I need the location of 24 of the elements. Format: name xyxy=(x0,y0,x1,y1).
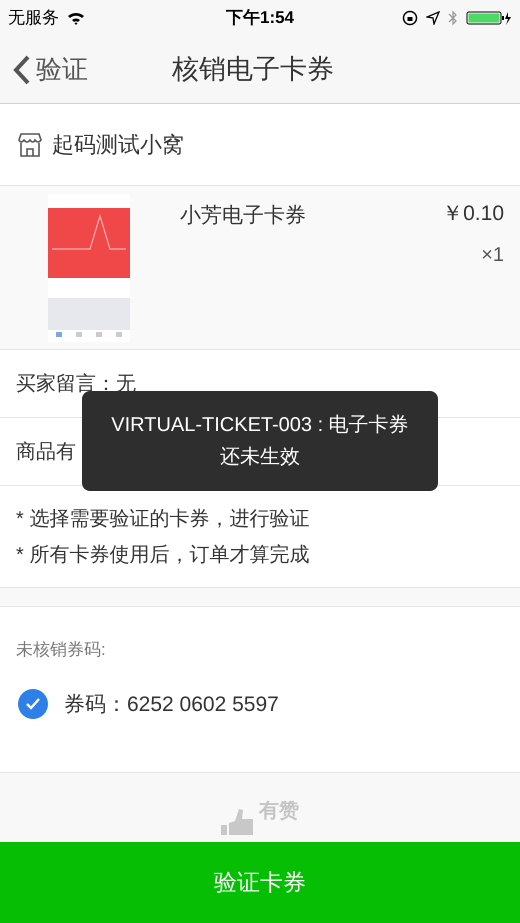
rotation-lock-icon xyxy=(402,10,418,26)
shop-name: 起码测试小窝 xyxy=(52,131,184,159)
note-text: * 所有卡券使用后，订单才算完成 xyxy=(16,542,310,568)
product-quantity: ×1 xyxy=(481,242,504,268)
bluetooth-icon xyxy=(448,10,458,26)
thumbs-up-icon xyxy=(221,807,253,835)
back-button[interactable]: 验证 xyxy=(0,50,88,89)
toast: VIRTUAL-TICKET-003 : 电子卡券还未生效 xyxy=(82,391,438,491)
checkmark-icon xyxy=(25,697,41,712)
carrier-text: 无服务 xyxy=(8,7,59,30)
battery-icon xyxy=(466,10,512,26)
section-label: 未核销券码: xyxy=(16,639,107,661)
store-icon xyxy=(16,130,44,158)
wifi-icon xyxy=(67,11,85,25)
code-text: 券码：6252 0602 5597 xyxy=(64,692,279,718)
checkbox[interactable] xyxy=(18,689,48,720)
note-text: * 选择需要验证的卡券，进行验证 xyxy=(16,506,310,532)
location-icon xyxy=(426,11,440,25)
chevron-left-icon xyxy=(12,54,32,86)
info-text: 商品有 xyxy=(16,440,76,464)
product-price: ￥0.10 xyxy=(442,201,504,227)
product-name: 小芳电子卡券 xyxy=(180,203,307,229)
page-title: 核销电子卡券 xyxy=(172,53,334,86)
clock-text: 下午1:54 xyxy=(226,7,294,30)
